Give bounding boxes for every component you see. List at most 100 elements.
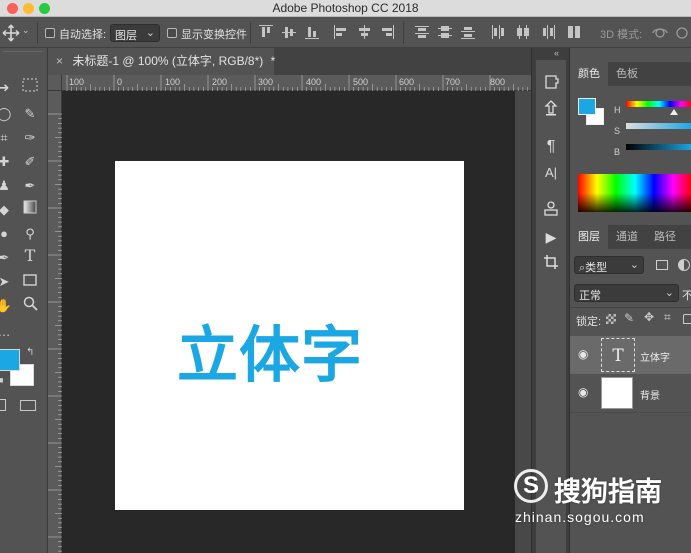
zoom-tool-icon[interactable] <box>20 296 40 316</box>
color-panel-tabs: 颜色 色板 <box>570 62 691 86</box>
healing-brush-tool-icon[interactable]: ✚ <box>0 152 14 172</box>
clone-stamp-tool-icon[interactable]: ♟ <box>0 176 14 196</box>
roll-3d-icon[interactable] <box>674 25 691 41</box>
distribute-horizontal-centers-icon[interactable] <box>515 24 531 40</box>
gradient-tool-icon[interactable] <box>20 200 40 220</box>
pen-tool-icon[interactable]: ✒ <box>0 248 14 268</box>
color-spectrum-ramp[interactable] <box>578 174 691 212</box>
lock-position-icon[interactable]: ✥ <box>644 310 654 324</box>
saturation-slider[interactable] <box>626 123 691 129</box>
history-brush-tool-icon[interactable]: ✒ <box>20 176 40 196</box>
show-transform-checkbox[interactable] <box>167 28 177 38</box>
properties-panel-icon[interactable] <box>542 200 560 218</box>
layer-row[interactable]: ◉ 背景 <box>570 374 691 412</box>
move-tool-icon[interactable] <box>2 24 20 42</box>
filter-pixel-layers-icon[interactable] <box>656 260 668 270</box>
lock-image-icon[interactable]: ✎ <box>624 311 634 325</box>
path-selection-tool-icon[interactable]: ➤ <box>0 272 14 292</box>
visibility-eye-icon[interactable]: ◉ <box>578 347 588 361</box>
auto-select-checkbox[interactable] <box>45 28 55 38</box>
window-title: Adobe Photoshop CC 2018 <box>272 1 419 15</box>
unsaved-mark: * <box>270 54 276 68</box>
divider <box>570 307 691 308</box>
text-layer-thumbnail-icon: T <box>601 338 635 372</box>
align-right-edges-icon[interactable] <box>379 24 395 40</box>
auto-select-label: 自动选择: <box>59 29 107 41</box>
tab-channels[interactable]: 通道 <box>608 225 646 249</box>
rectangle-tool-icon[interactable] <box>20 272 40 292</box>
lasso-tool-icon[interactable]: ◯ <box>0 104 14 124</box>
horizontal-ruler[interactable]: 100 0 100 200 300 400 500 600 700 800 <box>62 75 531 91</box>
distribute-top-icon[interactable] <box>414 24 430 40</box>
foreground-color-swatch-top[interactable] <box>0 349 20 371</box>
auto-select-dropdown[interactable]: 图层 ⌄ <box>110 24 160 42</box>
lock-artboard-icon[interactable]: ⌗ <box>664 310 671 325</box>
distribute-vertical-centers-icon[interactable] <box>437 24 453 40</box>
dodge-tool-icon[interactable]: ⚲ <box>20 224 40 244</box>
timeline-play-icon[interactable]: ▶ <box>542 228 560 246</box>
crop-panel-icon[interactable] <box>542 254 560 272</box>
quick-selection-tool-icon[interactable]: ✎ <box>20 104 40 124</box>
blend-mode-dropdown[interactable]: 正常 ⌄ <box>574 284 679 302</box>
color-panel-foreground-swatch-top[interactable] <box>578 98 596 115</box>
swap-colors-icon[interactable]: ↰ <box>26 347 34 358</box>
chevron-down-icon: ⌄ <box>664 287 674 299</box>
tab-paths[interactable]: 路径 <box>646 225 684 249</box>
filter-adjustment-layers-icon[interactable] <box>678 259 690 271</box>
brush-tool-icon[interactable]: ✐ <box>20 152 40 172</box>
divider <box>37 22 38 44</box>
brightness-slider[interactable] <box>626 144 691 150</box>
distribute-left-icon[interactable] <box>490 24 506 40</box>
tab-swatches[interactable]: 色板 <box>608 62 646 86</box>
eyedropper-tool-icon[interactable]: ✑ <box>20 128 40 148</box>
canvas-text-layer[interactable]: 立体字 <box>177 305 363 394</box>
align-top-edges-icon[interactable] <box>258 24 274 40</box>
distribute-bottom-icon[interactable] <box>460 24 476 40</box>
layer-name[interactable]: 背景 <box>640 387 660 402</box>
edit-toolbar-icon[interactable]: … <box>0 322 14 342</box>
layer-name[interactable]: 立体字 <box>640 349 670 364</box>
auto-align-layers-icon[interactable] <box>566 24 582 40</box>
distribute-right-icon[interactable] <box>540 24 556 40</box>
align-horizontal-centers-icon[interactable] <box>356 24 372 40</box>
crop-tool-icon[interactable]: ⌗ <box>0 128 14 148</box>
lock-transparent-icon[interactable] <box>606 314 616 324</box>
align-vertical-centers-icon[interactable] <box>281 24 297 40</box>
auto-select-value: 图层 <box>115 30 137 42</box>
ruler-label: 800 <box>490 77 506 87</box>
align-left-edges-icon[interactable] <box>333 24 349 40</box>
default-colors-icon[interactable]: ■ <box>0 375 3 385</box>
layer-filter-dropdown[interactable]: ⌕类型 ⌄ <box>574 256 644 274</box>
marquee-tool-icon[interactable] <box>20 78 40 98</box>
blend-mode-value: 正常 <box>579 290 601 302</box>
layer-row[interactable]: ◉ T 立体字 <box>570 336 691 374</box>
hand-tool-icon[interactable]: ✋ <box>0 296 14 316</box>
blur-tool-icon[interactable]: ● <box>0 224 14 244</box>
screen-mode-icon[interactable] <box>20 400 36 411</box>
history-panel-icon[interactable] <box>542 74 560 92</box>
eraser-tool-icon[interactable]: ◆ <box>0 200 14 220</box>
quick-mask-icon[interactable] <box>0 399 6 411</box>
hue-slider-thumb[interactable] <box>670 109 678 115</box>
orbit-3d-icon[interactable] <box>651 25 669 41</box>
vertical-ruler[interactable] <box>48 91 62 553</box>
paragraph-panel-icon[interactable]: ¶ <box>542 138 560 156</box>
divider <box>570 412 691 413</box>
actions-panel-icon[interactable] <box>542 100 560 118</box>
document-tab[interactable]: × 未标题-1 @ 100% (立体字, RGB/8*) * <box>48 48 276 75</box>
tool-preset-chevron-icon[interactable]: ⌄ <box>22 25 30 36</box>
tab-color[interactable]: 颜色 <box>570 62 608 86</box>
close-tab-icon[interactable]: × <box>56 54 63 68</box>
tab-layers[interactable]: 图层 <box>570 225 608 249</box>
character-panel-icon[interactable]: A| <box>542 164 560 182</box>
type-tool-icon[interactable]: T <box>20 246 40 266</box>
hue-slider[interactable] <box>626 101 691 107</box>
ruler-origin[interactable] <box>48 75 62 91</box>
divider <box>250 22 251 44</box>
collapse-panels-icon[interactable]: « <box>554 48 559 58</box>
lock-all-icon[interactable] <box>683 314 691 324</box>
brightness-label: B <box>614 147 621 157</box>
align-bottom-edges-icon[interactable] <box>304 24 320 40</box>
move-tool-icon[interactable]: ➜ <box>0 78 14 98</box>
visibility-eye-icon[interactable]: ◉ <box>578 385 588 399</box>
